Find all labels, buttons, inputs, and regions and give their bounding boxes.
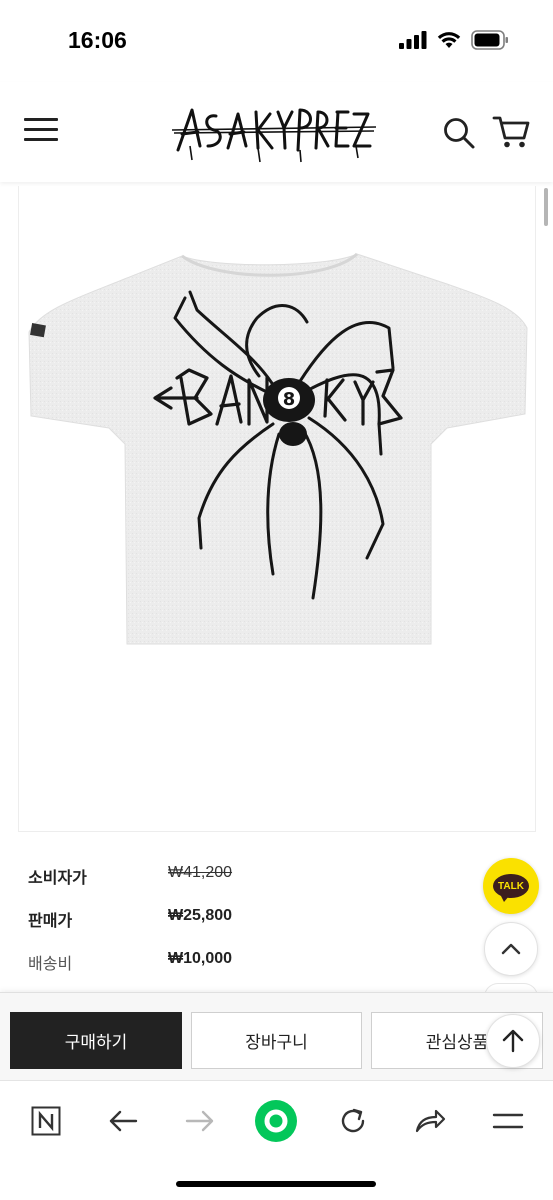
- arrow-up-icon: [502, 1029, 524, 1053]
- purchase-action-bar: 구매하기 장바구니 관심상품: [0, 992, 553, 1080]
- naver-n-icon[interactable]: [24, 1099, 68, 1143]
- shipping-fee-label: 배송비: [28, 956, 73, 973]
- retail-price-label: 소비자가: [28, 870, 87, 887]
- search-icon[interactable]: [442, 116, 476, 150]
- shopping-cart-icon[interactable]: [492, 114, 530, 150]
- chevron-up-icon: [501, 943, 521, 955]
- buy-now-button[interactable]: 구매하기: [10, 1012, 182, 1069]
- retail-price-value: ₩41,200: [168, 864, 233, 881]
- page-scrollbar[interactable]: [544, 188, 548, 226]
- sale-price-label: 판매가: [28, 913, 73, 930]
- share-icon[interactable]: [408, 1099, 452, 1143]
- kakao-talk-button[interactable]: TALK: [483, 858, 539, 914]
- cellular-signal-icon: [399, 31, 427, 49]
- scroll-up-button[interactable]: [484, 922, 538, 976]
- add-to-cart-button[interactable]: 장바구니: [191, 1012, 362, 1069]
- shipping-fee-value: ₩10,000: [168, 950, 233, 967]
- brand-logo[interactable]: [170, 100, 380, 164]
- status-icons: [399, 30, 509, 50]
- price-row-retail: 소비자가 ₩41,200: [28, 858, 348, 901]
- home-circle-icon[interactable]: [254, 1099, 298, 1143]
- menu-lines-icon[interactable]: [486, 1099, 530, 1143]
- wifi-icon: [437, 32, 461, 48]
- eight-ball-number: 8: [283, 389, 296, 410]
- product-image-frame: 8: [18, 186, 536, 832]
- status-bar: 16:06: [0, 0, 553, 82]
- scroll-to-top-button[interactable]: [486, 1014, 540, 1068]
- forward-arrow-icon[interactable]: [178, 1099, 222, 1143]
- product-image[interactable]: 8: [27, 248, 532, 648]
- status-time: 16:06: [68, 27, 127, 53]
- battery-icon: [471, 30, 508, 50]
- hamburger-menu-icon[interactable]: [24, 118, 58, 146]
- reload-icon[interactable]: [331, 1099, 375, 1143]
- site-header: [0, 82, 553, 182]
- price-table: 소비자가 ₩41,200 판매가 ₩25,800 배송비 ₩10,000: [28, 858, 348, 987]
- price-row-sale: 판매가 ₩25,800: [28, 901, 348, 944]
- price-row-shipping: 배송비 ₩10,000: [28, 944, 348, 987]
- sale-price-value: ₩25,800: [168, 907, 233, 924]
- home-indicator: [176, 1181, 376, 1187]
- kakao-talk-icon: TALK: [493, 874, 529, 902]
- back-arrow-icon[interactable]: [101, 1099, 145, 1143]
